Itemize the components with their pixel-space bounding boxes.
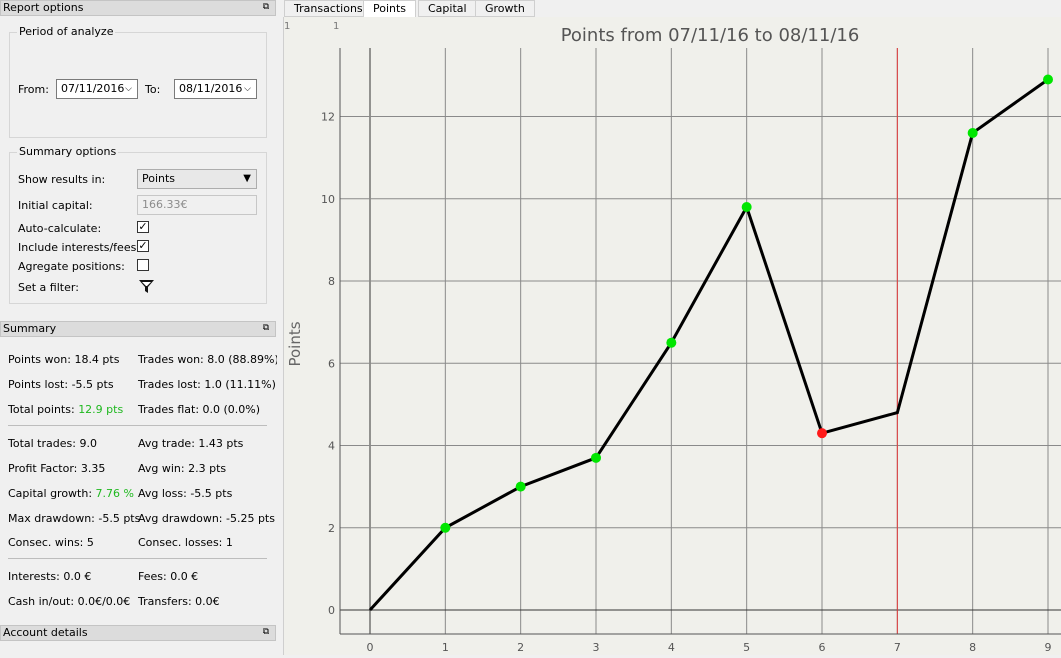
x-tick-label: 1 [442,641,449,654]
auto-calc-label: Auto-calculate: [18,222,102,235]
total-points-value: 12.9 pts [78,403,124,416]
show-results-label: Show results in: [18,173,106,186]
from-date-picker[interactable]: 07/11/2016 ⌵ [56,79,138,99]
total-points-label: Total points: [8,403,75,416]
transfers: Transfers: 0.0€ [138,595,220,608]
x-tick-label: 8 [969,641,976,654]
y-tick-label: 2 [328,522,335,535]
trades-won: Trades won: 8.0 (88.89%) [138,353,279,366]
avg-drawdown: Avg drawdown: -5.25 pts [138,512,275,525]
series-line [368,78,1049,612]
win-point [440,522,451,533]
profit-factor: Profit Factor: 3.35 [8,462,106,475]
x-tick-label: 0 [367,641,374,654]
auto-calc-checkbox[interactable]: ✓ [137,221,149,233]
win-point [967,127,978,138]
corner-label: 1 [333,21,339,32]
float-window-icon[interactable]: ⧉ [261,2,271,12]
y-tick-label: 4 [328,440,335,453]
chevron-down-icon: ⌵ [244,84,251,94]
divider [8,425,267,426]
summary-title: Summary [3,322,57,335]
checkmark-icon: ✓ [138,239,148,252]
win-point [515,481,526,492]
to-date-picker[interactable]: 08/11/2016 ⌵ [174,79,257,99]
divider [8,558,267,559]
dropdown-arrow-icon: ▼ [243,173,251,184]
account-details-header: Account details ⧉ [0,625,276,641]
total-trades: Total trades: 9.0 [8,437,97,450]
loss-point [817,428,827,439]
initial-capital-value: 166.33€ [142,198,188,211]
show-results-value: Points [142,172,176,185]
account-details-title: Account details [3,626,88,639]
win-point [591,452,601,463]
capital-growth-value: 7.76 % [95,487,134,500]
trades-flat: Trades flat: 0.0 (0.0%) [138,403,261,416]
avg-trade: Avg trade: 1.43 pts [138,437,244,450]
y-tick-label: 10 [321,193,335,206]
win-point [666,337,677,348]
y-axis-label: Points [286,321,304,366]
report-options-header: Report options ⧉ [0,0,276,16]
win-point [741,201,752,212]
corner-label: 1 [284,21,290,32]
float-window-icon[interactable]: ⧉ [261,323,271,333]
x-tick-label: 7 [894,641,901,654]
points-lost: Points lost: -5.5 pts [8,378,114,391]
y-tick-label: 12 [321,111,335,124]
filter-label: Set a filter: [18,281,79,294]
chevron-down-icon: ⌵ [125,84,132,94]
cash-in-out: Cash in/out: 0.0€/0.0€ [8,595,131,608]
y-tick-label: 0 [328,604,335,617]
avg-win: Avg win: 2.3 pts [138,462,227,475]
aggregate-checkbox[interactable] [137,259,149,271]
chart-area: 0 1 2 3 4 5 6 7 8 9 0 2 4 6 8 10 12 Points from 07/11/16 … [283,17,1061,655]
filter-funnel-icon[interactable] [138,278,155,295]
left-panel: Report options ⧉ Period of analyze From:… [0,0,279,655]
x-tick-label: 4 [668,641,675,654]
max-drawdown: Max drawdown: -5.5 pts [8,512,141,525]
capital-growth: Capital growth: 7.76 % [8,487,134,500]
total-points: Total points: 12.9 pts [8,403,123,416]
to-date-value: 08/11/2016 [179,82,243,95]
report-options-title: Report options [3,1,84,14]
tab-points[interactable]: Points [363,0,417,18]
x-tick-label: 5 [743,641,750,654]
y-tick-label: 6 [328,357,335,370]
initial-capital-input[interactable]: 166.33€ [137,195,257,215]
initial-capital-label: Initial capital: [18,199,93,212]
tab-transactions[interactable]: Transactions [284,0,373,17]
summary-header: Summary ⧉ [0,321,276,337]
x-tick-label: 2 [517,641,524,654]
include-fees-checkbox[interactable]: ✓ [137,240,149,252]
chart-title: Points from 07/11/16 to 08/11/16 [561,25,860,46]
tab-capital[interactable]: Capital [418,0,477,17]
fees: Fees: 0.0 € [138,570,199,583]
checkmark-icon: ✓ [138,220,148,233]
float-window-icon[interactable]: ⧉ [261,627,271,637]
from-label: From: [18,83,49,96]
from-date-value: 07/11/2016 [61,82,125,95]
points-won: Points won: 18.4 pts [8,353,120,366]
y-tick-label: 8 [328,275,335,288]
show-results-select[interactable]: Points ▼ [137,169,257,189]
x-tick-label: 9 [1045,641,1052,654]
include-fees-label: Include interests/fees: [18,241,141,254]
win-point [1043,74,1053,85]
tab-growth[interactable]: Growth [475,0,535,17]
period-group-title: Period of analyze [17,25,116,38]
trades-lost: Trades lost: 1.0 (11.11%) [138,378,276,391]
to-label: To: [145,83,161,96]
x-tick-label: 3 [593,641,600,654]
x-tick-label: 6 [819,641,826,654]
avg-loss: Avg loss: -5.5 pts [138,487,233,500]
summary-options-title: Summary options [17,145,119,158]
points-chart: 0 1 2 3 4 5 6 7 8 9024681012Points from 07/11/16 … [284,21,1061,654]
consec-losses: Consec. losses: 1 [138,536,233,549]
consec-wins: Consec. wins: 5 [8,536,94,549]
aggregate-label: Agregate positions: [18,260,125,273]
capital-growth-label: Capital growth: [8,487,93,500]
interests: Interests: 0.0 € [8,570,92,583]
